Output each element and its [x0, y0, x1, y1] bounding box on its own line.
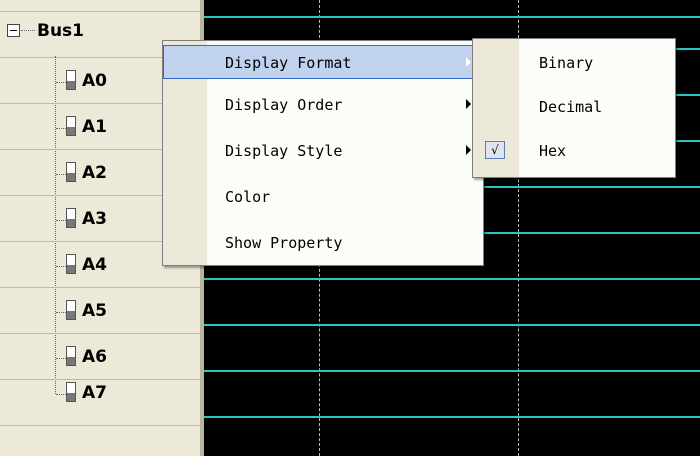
tree-connector [56, 220, 66, 221]
signal-label: A5 [82, 301, 107, 321]
signal-label: A0 [82, 71, 107, 91]
signal-icon [66, 254, 76, 274]
submenu-arrow-icon [466, 99, 471, 109]
display-format-submenu: Binary Decimal √ Hex [472, 38, 676, 178]
submenu-item-label: Hex [539, 142, 567, 160]
menu-item-display-format[interactable]: Display Format [163, 45, 483, 79]
submenu-arrow-icon [466, 145, 471, 155]
submenu-item-binary[interactable]: Binary [473, 45, 675, 79]
context-menu: Display Format Display Order Display Sty… [162, 40, 484, 266]
menu-item-display-order[interactable]: Display Order [163, 87, 483, 121]
signal-icon [66, 70, 76, 90]
waveform-trace [204, 278, 700, 280]
waveform-trace [204, 324, 700, 326]
signal-icon [66, 300, 76, 320]
signal-icon [66, 208, 76, 228]
signal-label: A7 [82, 383, 107, 403]
tree-connector [56, 128, 66, 129]
tree-row-signal[interactable]: A7 [0, 380, 200, 426]
menu-item-label: Display Style [225, 142, 343, 160]
signal-icon [66, 116, 76, 136]
checkmark-icon: √ [485, 141, 505, 159]
menu-item-label: Show Property [225, 234, 343, 252]
tree-row-signal[interactable]: A5 [0, 288, 200, 334]
menu-item-color[interactable]: Color [163, 179, 483, 213]
tree-connector [56, 358, 66, 359]
bus-label: Bus1 [37, 21, 85, 41]
tree-row-signal[interactable]: A6 [0, 334, 200, 380]
signal-icon [66, 346, 76, 366]
menu-item-show-property[interactable]: Show Property [163, 225, 483, 259]
waveform-trace [204, 370, 700, 372]
signal-label: A6 [82, 347, 107, 367]
signal-label: A1 [82, 117, 107, 137]
signal-icon [66, 382, 76, 402]
submenu-item-label: Binary [539, 54, 594, 72]
menu-item-label: Color [225, 188, 271, 206]
submenu-arrow-icon [466, 57, 471, 67]
waveform-trace [204, 16, 700, 18]
signal-label: A4 [82, 255, 107, 275]
menu-item-label: Display Format [225, 54, 352, 72]
tree-connector [56, 174, 66, 175]
menu-item-label: Display Order [225, 96, 343, 114]
submenu-item-label: Decimal [539, 98, 603, 116]
tree-row-partial [0, 0, 200, 12]
submenu-item-hex[interactable]: √ Hex [473, 133, 675, 167]
submenu-item-decimal[interactable]: Decimal [473, 89, 675, 123]
signal-label: A2 [82, 163, 107, 183]
collapse-icon[interactable] [7, 24, 20, 37]
signal-label: A3 [82, 209, 107, 229]
tree-connector [56, 266, 66, 267]
tree-connector [21, 30, 35, 31]
tree-connector [56, 82, 66, 83]
tree-connector [56, 394, 66, 395]
waveform-trace [204, 416, 700, 418]
signal-icon [66, 162, 76, 182]
tree-connector [56, 312, 66, 313]
menu-item-display-style[interactable]: Display Style [163, 133, 483, 167]
